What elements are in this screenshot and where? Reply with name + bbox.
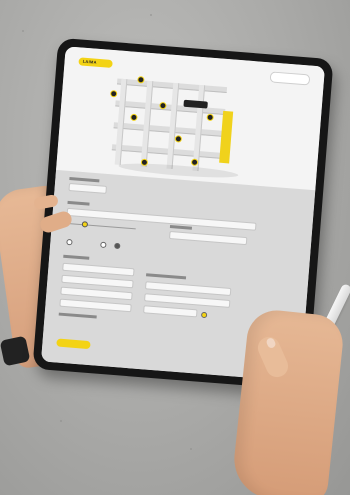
radio-option[interactable] xyxy=(100,241,107,249)
range-slider[interactable] xyxy=(65,222,136,230)
field-label xyxy=(145,273,187,280)
highlighted-panel xyxy=(219,110,234,164)
range-slider-handle[interactable] xyxy=(81,221,89,228)
radio-option-selected[interactable] xyxy=(114,242,121,250)
text-field[interactable] xyxy=(68,182,107,194)
submit-button-label xyxy=(57,338,91,341)
hotspot-pin[interactable] xyxy=(206,113,214,122)
header-button-label xyxy=(271,72,309,75)
dropdown-select[interactable] xyxy=(60,286,133,301)
text-field[interactable] xyxy=(143,305,198,318)
hotspot-pin[interactable] xyxy=(130,113,138,122)
field-label xyxy=(67,200,90,206)
wide-input[interactable] xyxy=(66,207,257,231)
text-field[interactable] xyxy=(168,231,248,246)
submit-button[interactable] xyxy=(56,338,91,350)
dropdown-select[interactable] xyxy=(59,298,132,313)
radio-option[interactable] xyxy=(66,238,73,246)
toggle-option[interactable] xyxy=(200,311,208,319)
dropdown-select[interactable] xyxy=(61,274,134,289)
hotspot-pin[interactable] xyxy=(109,89,118,98)
checkbox-label xyxy=(58,312,97,319)
header-button[interactable] xyxy=(269,71,311,86)
photo-scene: LAIMA xyxy=(0,0,350,495)
field-label xyxy=(169,225,193,230)
building-illustration xyxy=(109,72,239,181)
field-label xyxy=(63,254,90,260)
right-hand xyxy=(230,307,346,495)
hero-section: LAIMA xyxy=(56,46,325,191)
hotspot-pin[interactable] xyxy=(174,135,183,143)
dropdown-select[interactable] xyxy=(62,262,135,277)
logo-text: LAIMA xyxy=(82,58,98,65)
field-label xyxy=(69,176,100,183)
